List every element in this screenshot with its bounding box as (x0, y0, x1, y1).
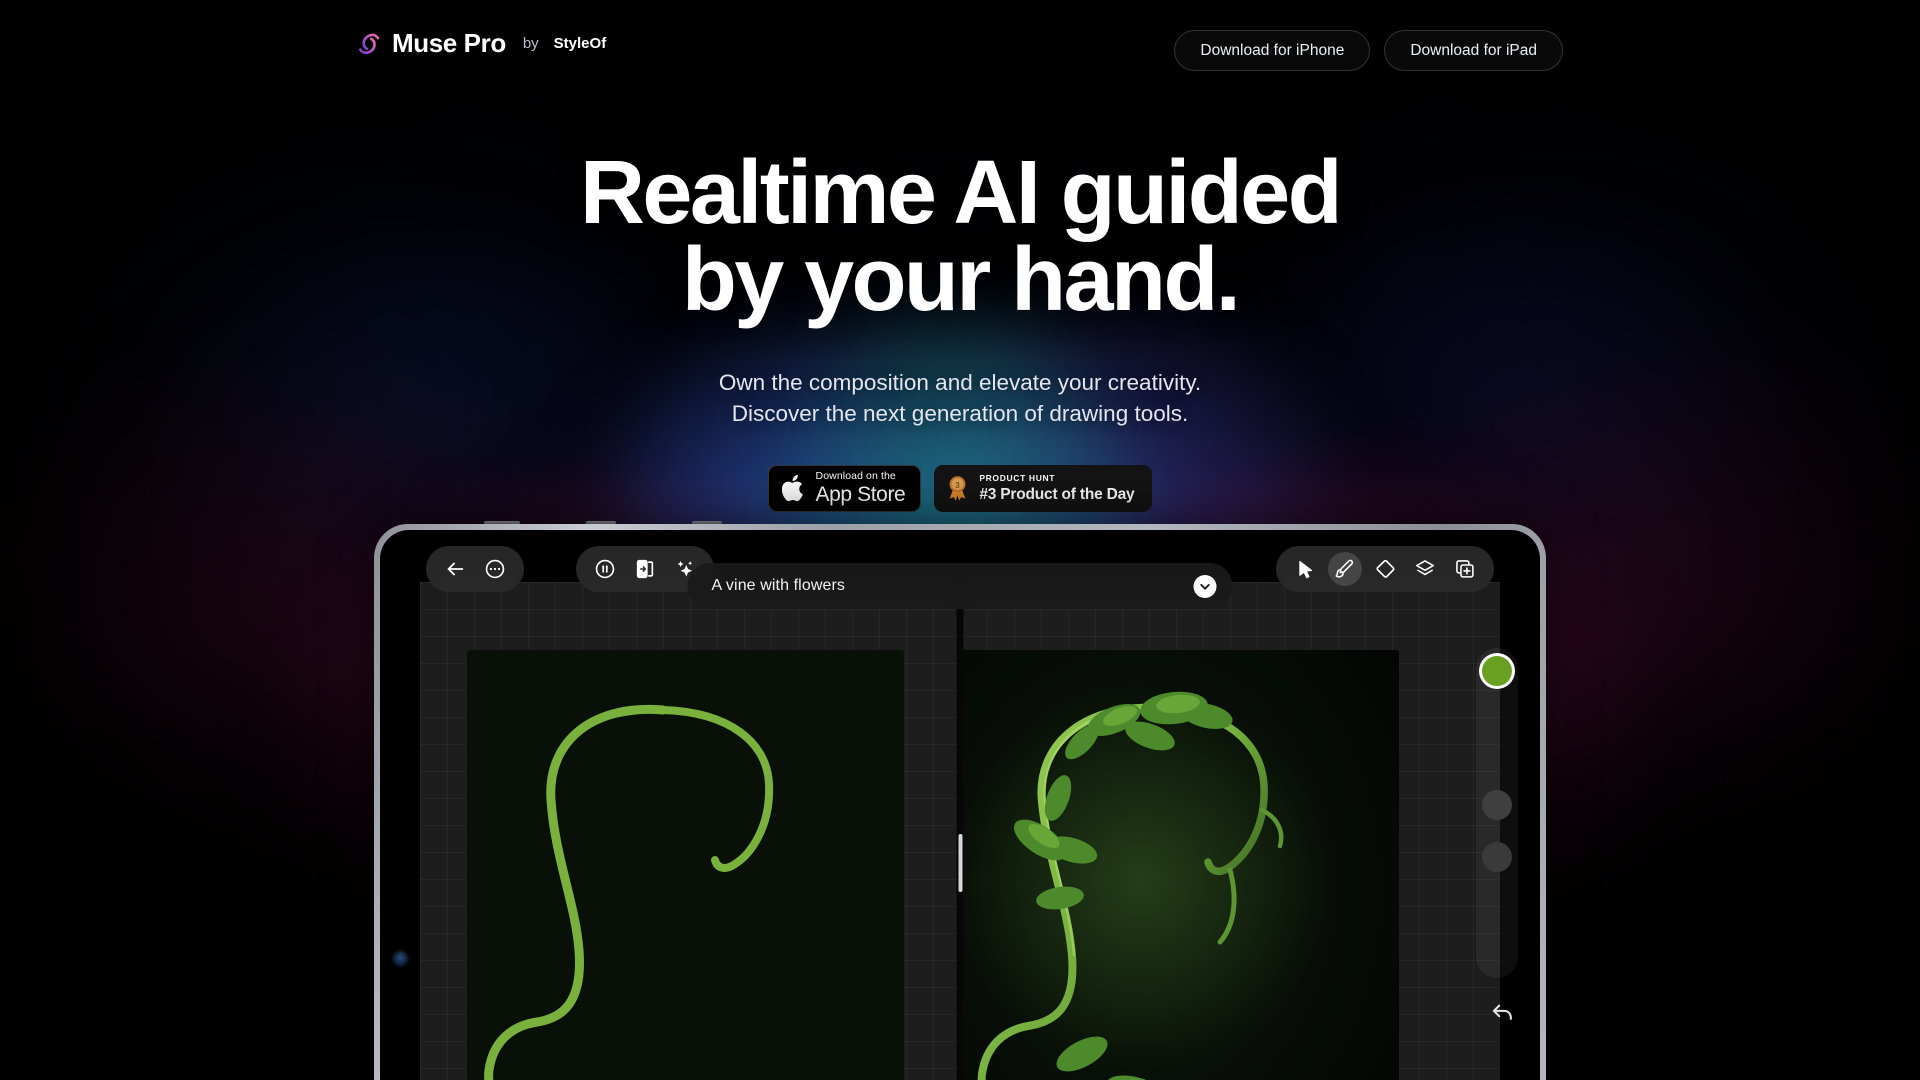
drawing-canvas-area[interactable] (420, 582, 1500, 1080)
ai-result-pane[interactable] (960, 582, 1500, 1080)
brush-icon[interactable] (1328, 552, 1362, 586)
store-badges: Download on the App Store 3 PRODUCT HUNT… (0, 464, 1920, 512)
brand-logo[interactable]: Muse Pro by StyleOf (357, 28, 606, 59)
subtitle-line-2: Discover the next generation of drawing … (731, 400, 1189, 426)
swatch-gray-2[interactable] (1482, 842, 1512, 872)
more-options-icon[interactable] (478, 552, 512, 586)
sketch-pane[interactable] (420, 582, 960, 1080)
back-icon[interactable] (438, 552, 472, 586)
toolbar-group-navigation (426, 546, 524, 592)
sketch-artboard[interactable] (467, 650, 904, 1080)
color-rail (1476, 648, 1518, 978)
undo-arrow-icon[interactable] (1490, 998, 1516, 1029)
export-icon[interactable] (628, 552, 662, 586)
ai-result-artboard[interactable] (962, 650, 1399, 1080)
chevron-down-circle-icon[interactable] (1193, 574, 1217, 598)
ai-generated-vine-image (962, 650, 1399, 1080)
ipad-screen: A vine with flowers (380, 530, 1540, 1080)
pause-icon[interactable] (588, 552, 622, 586)
brand-company: StyleOf (553, 35, 607, 52)
headline-line-2: by your hand. (681, 230, 1241, 331)
app-toolbar: A vine with flowers (380, 546, 1540, 609)
add-image-icon[interactable] (1448, 552, 1482, 586)
product-hunt-text: PRODUCT HUNT #3 Product of the Day (979, 474, 1134, 502)
app-store-text: Download on the App Store (816, 471, 906, 505)
app-store-small-label: Download on the (815, 470, 896, 483)
prompt-input[interactable]: A vine with flowers (687, 563, 1233, 609)
product-hunt-large-label: #3 Product of the Day (979, 485, 1135, 503)
swatch-green[interactable] (1482, 656, 1512, 686)
brand-name: Muse Pro (392, 28, 506, 58)
eraser-icon[interactable] (1368, 552, 1402, 586)
muse-spiral-logo-icon (358, 33, 380, 54)
product-hunt-small-label: PRODUCT HUNT (979, 473, 1056, 484)
nav-actions: Download for iPhone Download for iPad (1174, 30, 1563, 71)
download-iphone-button[interactable]: Download for iPhone (1174, 30, 1371, 71)
headline-line-1: Realtime AI guided (580, 143, 1343, 243)
product-hunt-badge[interactable]: 3 PRODUCT HUNT #3 Product of the Day (934, 464, 1153, 512)
medal-rank-text: 3 (956, 481, 961, 490)
app-store-badge[interactable]: Download on the App Store (767, 464, 922, 512)
site-header: Muse Pro by StyleOf Download for iPhone … (0, 0, 1920, 100)
brand-by-label: by (522, 35, 539, 52)
product-hunt-medal-icon: 3 (949, 475, 966, 501)
canvas-split-divider[interactable] (956, 582, 964, 1080)
cursor-icon[interactable] (1288, 552, 1322, 586)
layers-icon[interactable] (1408, 552, 1442, 586)
landing-page: Muse Pro by StyleOf Download for iPhone … (0, 0, 1920, 1080)
ipad-device-mockup: A vine with flowers (374, 521, 1546, 1080)
toolbar-group-tools (1276, 546, 1494, 592)
page-title: Realtime AI guided by your hand. (0, 148, 1920, 331)
subtitle-line-1: Own the composition and elevate your cre… (718, 369, 1202, 395)
prompt-value[interactable]: A vine with flowers (712, 577, 1194, 595)
app-store-large-label: App Store (815, 482, 906, 506)
canvas-split-handle[interactable] (958, 834, 962, 892)
status-indicator-dot (394, 952, 407, 965)
user-sketch-stroke (484, 704, 774, 1080)
download-ipad-button[interactable]: Download for iPad (1384, 30, 1563, 71)
hero-subtitle: Own the composition and elevate your cre… (0, 367, 1920, 429)
swatch-gray-1[interactable] (1482, 790, 1512, 820)
apple-logo-icon (781, 474, 803, 501)
